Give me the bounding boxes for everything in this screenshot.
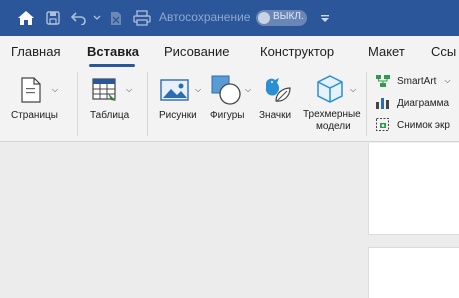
toggle-label: ВЫКЛ. [273,11,304,22]
screenshot-button[interactable]: Снимок экр [375,116,450,134]
shapes-icon [211,75,241,105]
screenshot-label: Снимок экр [397,119,450,131]
pages-icon [21,77,41,103]
shapes-label: Фигуры [210,110,245,121]
table-dropdown-icon[interactable]: ⌵ [126,85,132,95]
undo-icon[interactable] [70,0,88,36]
bird-icon [265,78,291,102]
document-page[interactable] [368,247,459,298]
cube-icon [317,75,343,103]
icons-label: Значки [259,110,292,121]
pages-button[interactable] [19,76,43,109]
screenshot-icon [376,118,389,131]
chart-label: Диаграмма [397,97,450,109]
tab-draw[interactable]: Рисование [164,44,229,59]
shapes-button[interactable] [210,74,242,111]
3d-models-button[interactable] [316,74,344,109]
autosave-toggle[interactable]: ВЫКЛ. [256,10,307,26]
pages-dropdown-icon[interactable]: ⌵ [52,85,58,95]
smartart-icon [376,75,390,87]
document-page[interactable] [368,143,459,235]
separator [147,72,148,136]
save-icon[interactable] [44,0,62,36]
smartart-label: SmartArt [397,75,437,87]
customize-toolbar-icon[interactable] [318,0,332,36]
chart-icon [376,98,389,109]
smartart-dropdown-icon[interactable]: ⌵ [444,76,450,86]
pictures-button[interactable] [160,78,190,107]
active-tab-indicator [89,64,135,67]
pages-label: Страницы [11,110,58,121]
tab-home[interactable]: Главная [11,44,60,59]
print-icon[interactable] [132,0,152,36]
picture-icon [160,79,189,101]
3d-models-label-line1: Трехмерные [303,109,361,120]
table-label: Таблица [90,110,130,121]
tab-insert[interactable]: Вставка [87,44,139,59]
smartart-button[interactable]: SmartArt ⌵ [375,72,451,90]
table-button[interactable] [91,76,119,109]
tab-references[interactable]: Ссы [431,44,456,59]
pictures-label: Рисунки [159,110,197,121]
table-icon [92,78,116,101]
ribbon-insert: ⌵ Страницы ⌵ Таблица ⌵ Рисунки ⌵ Фигуры … [0,68,459,142]
3d-models-dropdown-icon[interactable]: ⌵ [350,85,356,95]
chevron-down-icon[interactable] [92,0,102,36]
autosave-label: Автосохранение [159,10,251,24]
separator [366,72,367,136]
tab-layout[interactable]: Макет [368,44,405,59]
pictures-dropdown-icon[interactable]: ⌵ [195,85,201,95]
icons-button[interactable] [262,74,292,111]
chart-button[interactable]: Диаграмма [375,94,449,112]
document-icon[interactable] [108,0,124,36]
title-bar: Автосохранение ВЫКЛ. [0,0,459,36]
tab-design[interactable]: Конструктор [260,44,334,59]
home-icon[interactable] [16,0,36,36]
separator [77,72,78,136]
toggle-knob [258,12,270,24]
shapes-dropdown-icon[interactable]: ⌵ [245,85,251,95]
3d-models-label-line2: модели [316,121,351,132]
ribbon-tabs: Главная Вставка Рисование Конструктор Ма… [0,36,459,68]
